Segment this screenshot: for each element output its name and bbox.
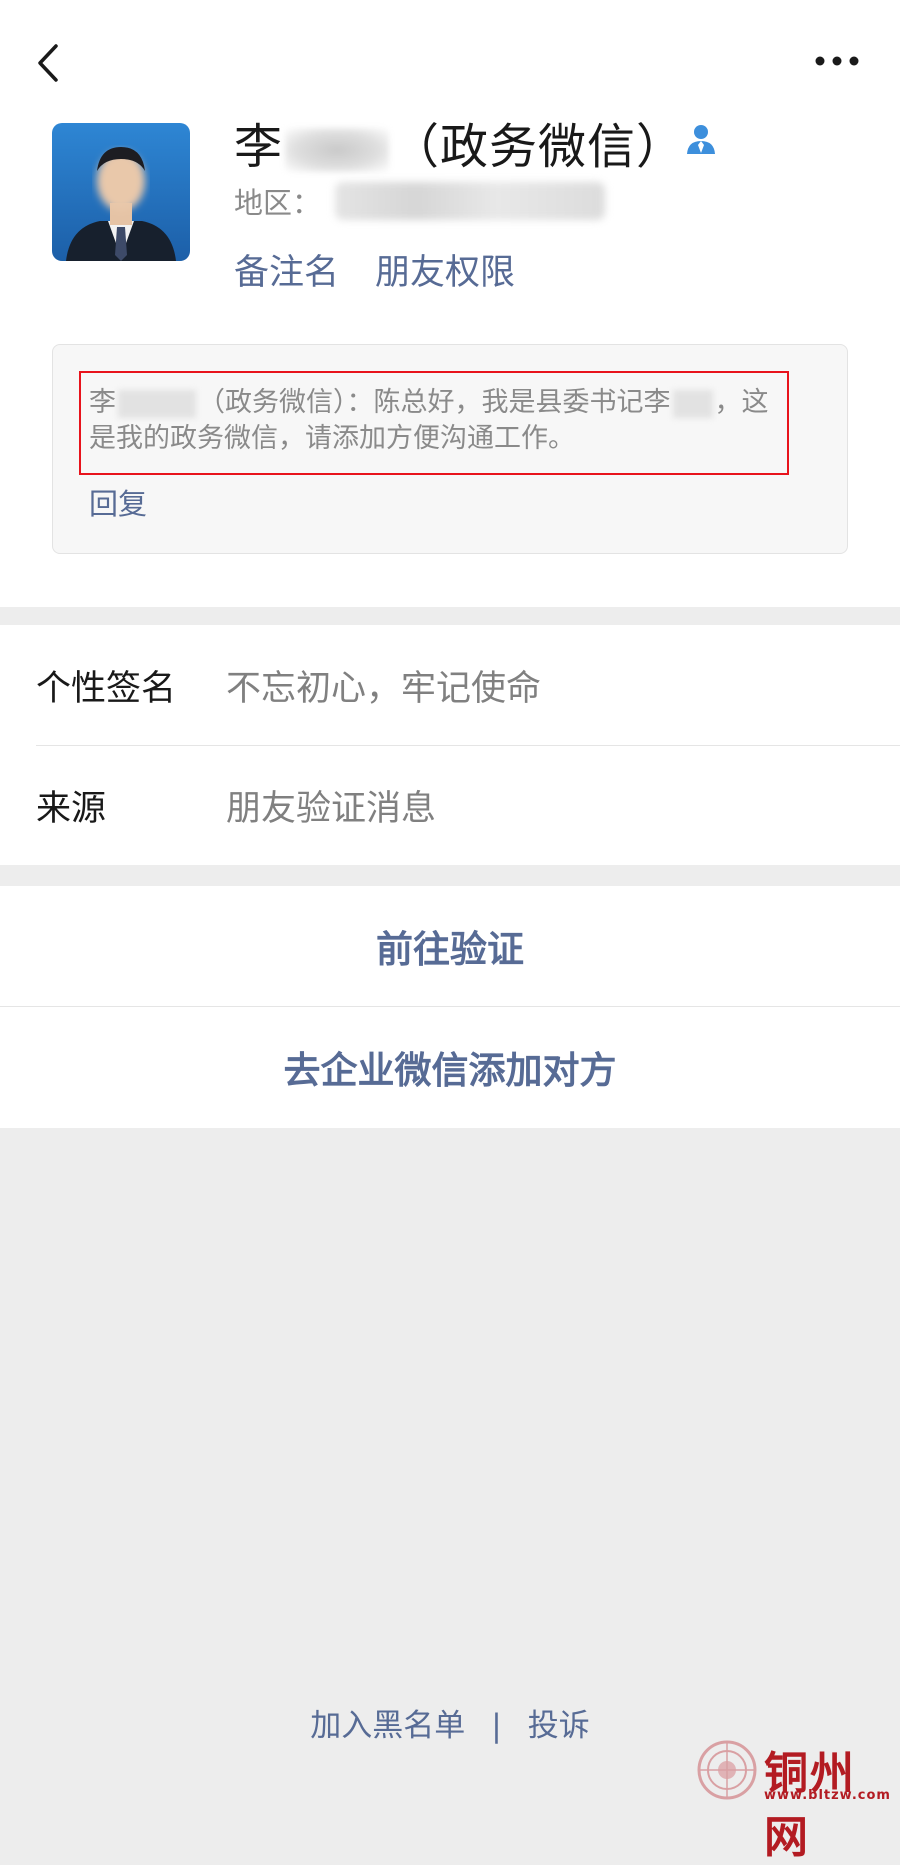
- go-verify-button[interactable]: 前往验证: [0, 886, 900, 1006]
- signature-value: 不忘初心，牢记使命: [226, 668, 542, 709]
- friend-permission-link[interactable]: 朋友权限: [375, 244, 515, 295]
- name-suffix: （政务微信）: [391, 119, 686, 175]
- sender-name-redacted: [118, 389, 196, 418]
- message-body-1: （政务微信）：陈总好，我是县委书记李: [198, 387, 671, 418]
- profile-actions: 备注名 朋友权限: [234, 244, 515, 295]
- watermark-url: www.bltzw.com: [764, 1788, 891, 1803]
- watermark-seal-icon: [697, 1740, 757, 1800]
- info-section: 个性签名 不忘初心，牢记使命 来源 朋友验证消息: [0, 625, 900, 865]
- name-prefix: 李: [234, 119, 284, 175]
- remark-name-link[interactable]: 备注名: [234, 244, 339, 295]
- reply-link[interactable]: 回复: [89, 481, 147, 523]
- source-value: 朋友验证消息: [226, 788, 437, 829]
- complain-link[interactable]: 投诉: [528, 1708, 590, 1744]
- more-dots-icon: [815, 56, 859, 66]
- verification-message-card: 李（政务微信）：陈总好，我是县委书记李 ，这是我的政务微信，请添加方便沟通工作。 …: [52, 344, 848, 554]
- chevron-left-icon: [38, 44, 58, 82]
- verification-message: 李（政务微信）：陈总好，我是县委书记李 ，这是我的政务微信，请添加方便沟通工作。: [89, 385, 779, 457]
- source-row: 来源 朋友验证消息: [0, 745, 900, 865]
- add-via-wecom-button[interactable]: 去企业微信添加对方: [0, 1007, 900, 1127]
- region-row: 地区：: [234, 180, 606, 222]
- more-button[interactable]: [812, 48, 862, 74]
- secretary-name-redacted: [672, 389, 713, 418]
- name-redacted: [285, 128, 390, 172]
- profile-section: 李 （政务微信） 地区： 备注名 朋友权限 李 （政务微信）：陈总好，我是县委书记李…: [0, 0, 900, 607]
- message-sender-prefix: 李: [89, 387, 116, 418]
- signature-label: 个性签名: [36, 668, 177, 709]
- action-buttons: 前往验证 去企业微信添加对方: [0, 886, 900, 1128]
- blacklist-link[interactable]: 加入黑名单: [310, 1708, 465, 1744]
- source-label: 来源: [36, 788, 107, 829]
- region-redacted: [335, 182, 606, 220]
- signature-row: 个性签名 不忘初心，牢记使命: [0, 625, 900, 745]
- back-button[interactable]: [30, 38, 70, 88]
- region-label: 地区：: [234, 186, 322, 220]
- contact-badge: [684, 122, 718, 156]
- person-badge-icon: [687, 125, 715, 154]
- site-watermark: 铜州网 www.bltzw.com: [696, 1737, 896, 1863]
- profile-name: 李 （政务微信）: [234, 110, 686, 175]
- footer-separator: |: [491, 1708, 502, 1744]
- avatar-photo-icon: [52, 123, 190, 261]
- avatar[interactable]: [52, 123, 190, 261]
